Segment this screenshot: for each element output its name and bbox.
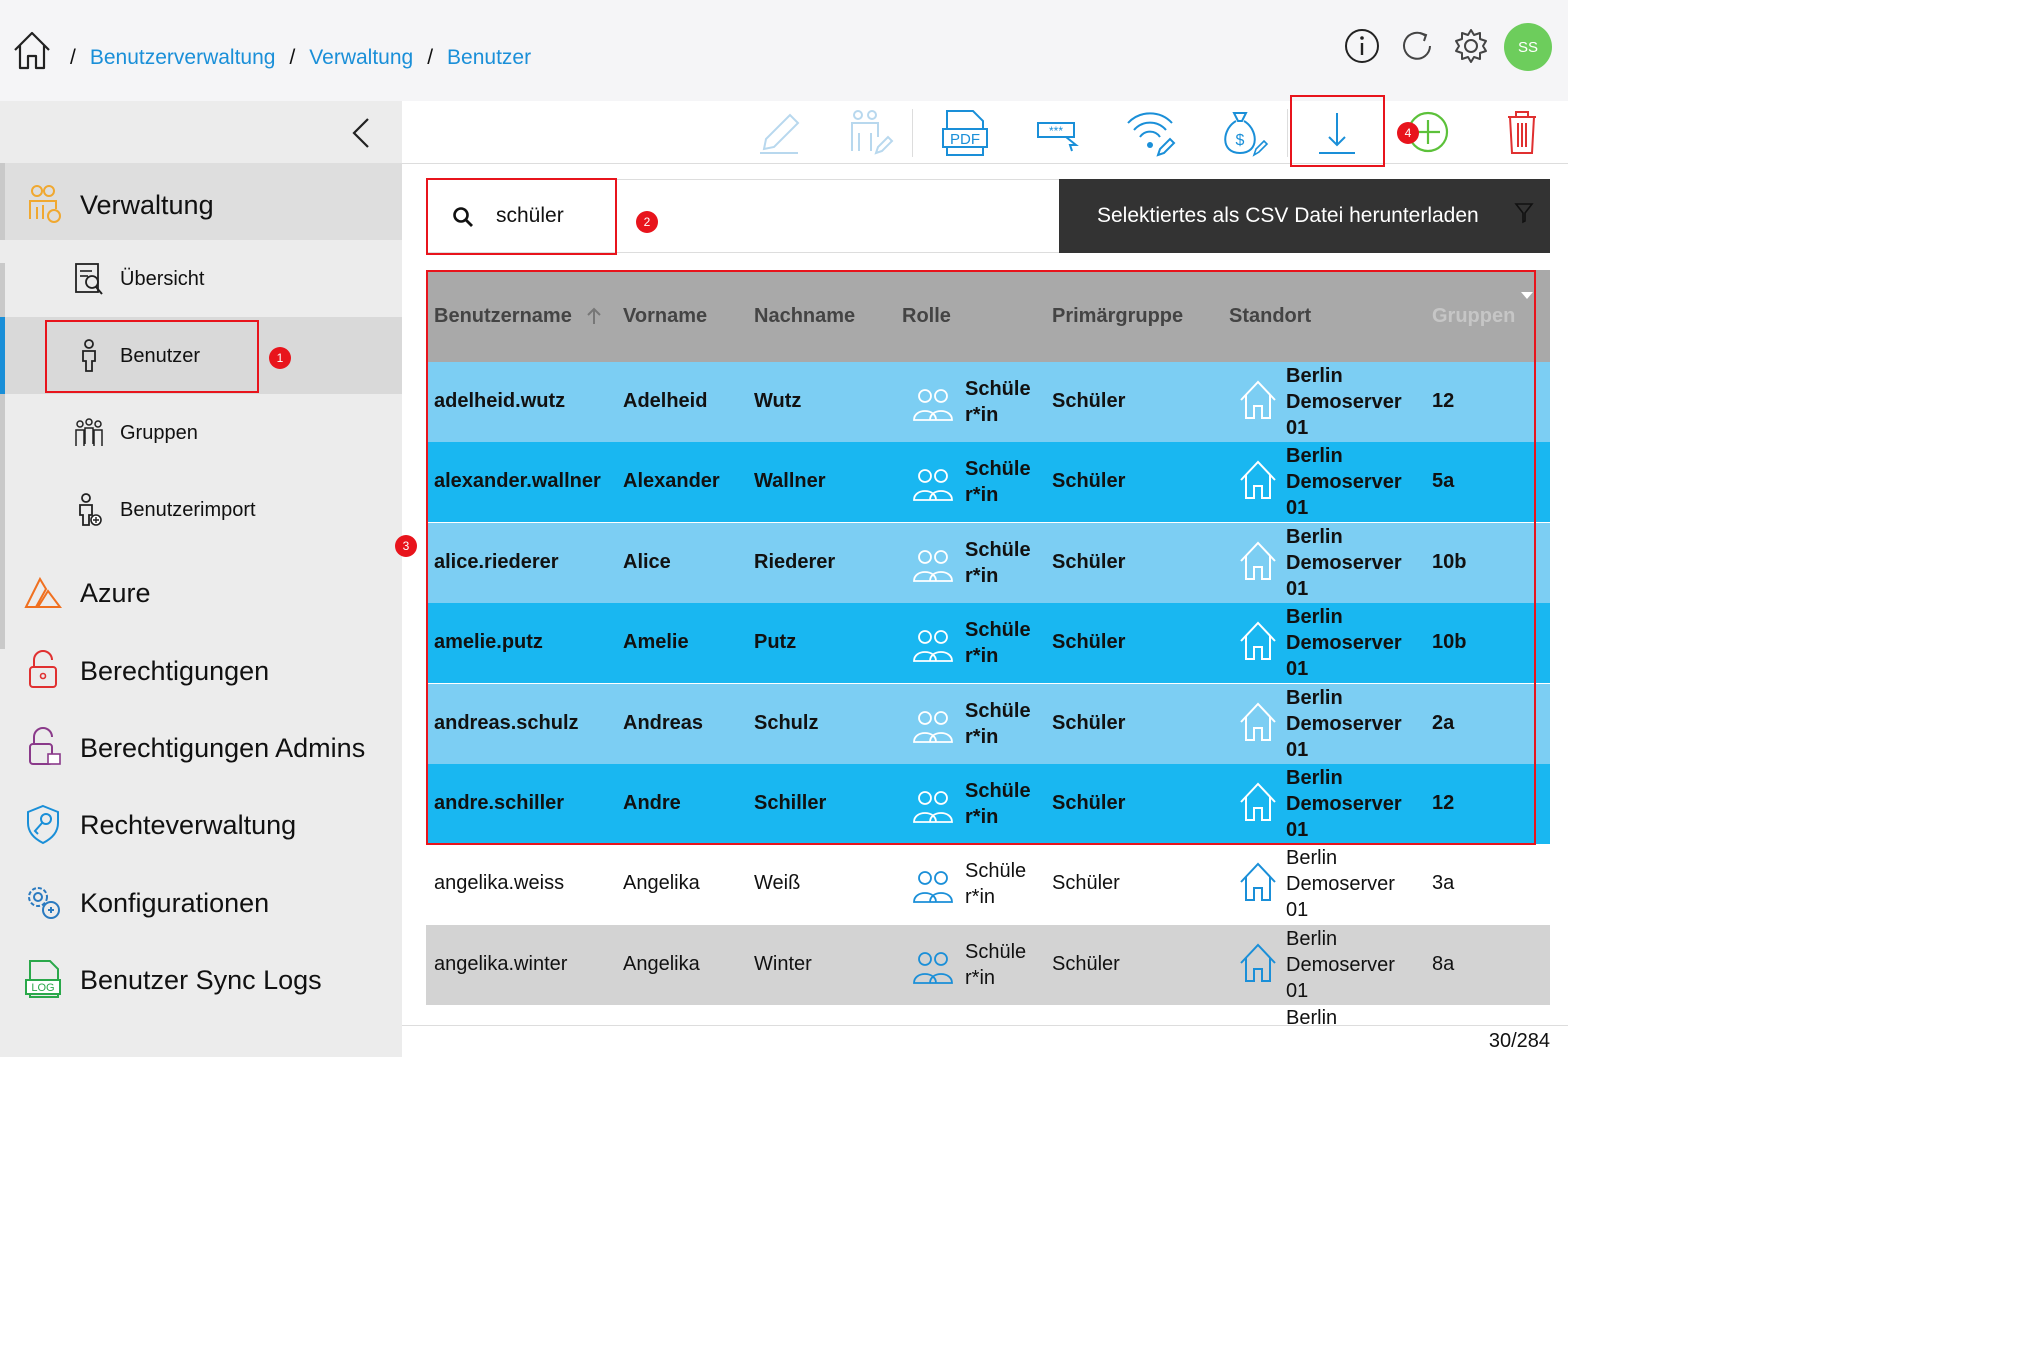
money-bag-icon[interactable]: $: [1214, 107, 1270, 159]
shield-key-icon: [27, 804, 59, 845]
edit-icon[interactable]: [752, 107, 808, 159]
cell-primaergruppe: Schüler: [1052, 872, 1120, 895]
pdf-icon[interactable]: PDF: [937, 107, 993, 159]
sidebar-item-label: Rechteverwaltung: [80, 810, 297, 840]
chevron-left-icon[interactable]: [348, 115, 376, 151]
row-count: 30/284: [1488, 1030, 1550, 1052]
cell-rolle: Schüle r*in: [965, 860, 1027, 909]
cell-standort: Berlin: [1286, 1007, 1338, 1025]
sidebar-item-uebersicht[interactable]: Übersicht: [0, 240, 402, 317]
csv-download-text: Selektiertes als CSV Datei herunterladen: [1097, 204, 1479, 227]
group-icon: [75, 418, 103, 446]
cell-standort: Berlin Demoserver 01: [1286, 927, 1395, 1002]
cell-vorname: Angelika: [623, 872, 700, 895]
sidebar-item-berechtigungen[interactable]: Berechtigungen: [0, 631, 402, 708]
avatar[interactable]: SS: [1504, 23, 1552, 71]
wifi-edit-icon[interactable]: [1124, 107, 1180, 159]
top-bar: / Benutzerverwaltung / Verwaltung / Benu…: [0, 0, 1568, 101]
settings-gear-icon[interactable]: [1452, 27, 1490, 65]
gears-icon: [28, 887, 60, 919]
student-role-icon: [912, 866, 954, 904]
student-role-icon: [912, 947, 954, 985]
group-edit-icon[interactable]: [842, 107, 898, 159]
lock-icon: [29, 650, 57, 688]
annotation-badge: 4: [1397, 122, 1419, 144]
table-row[interactable]: angelika.winter Angelika Winter Schüle r*in S…: [426, 924, 1550, 1005]
users-gear-icon: [29, 185, 61, 223]
table-footer: 30/284: [402, 1025, 1568, 1057]
sidebar-item-konfigurationen[interactable]: Konfigurationen: [0, 863, 402, 940]
sidebar-item-label: Berechtigungen Admins: [80, 733, 366, 763]
sidebar: Verwaltung Übersicht Benutzer Gruppen Be…: [0, 101, 402, 1057]
sidebar-item-gruppen[interactable]: Gruppen: [0, 394, 402, 471]
refresh-icon[interactable]: [1398, 27, 1436, 65]
home-location-icon: [1238, 941, 1278, 985]
log-icon: LOG: [25, 960, 61, 998]
sidebar-item-berechtigungen-admins[interactable]: Berechtigungen Admins: [0, 708, 402, 785]
breadcrumb-verwaltung[interactable]: Verwaltung: [309, 46, 413, 70]
breadcrumb-separator: /: [70, 46, 76, 69]
sidebar-item-label: Benutzer Sync Logs: [80, 965, 322, 995]
filter-icon[interactable]: [1514, 201, 1534, 225]
sidebar-item-benutzer-sync-logs[interactable]: LOG Benutzer Sync Logs: [0, 940, 402, 1017]
sidebar-item-label: Gruppen: [120, 422, 198, 444]
svg-text:LOG: LOG: [31, 982, 54, 994]
annotation-badge: 1: [269, 347, 291, 369]
action-toolbar: PDF *** $: [402, 101, 1568, 164]
user-import-icon: [79, 493, 102, 526]
breadcrumb-separator: /: [289, 46, 296, 69]
cell-standort: Berlin Demoserver 01: [1286, 847, 1395, 922]
csv-download-tooltip: Selektiertes als CSV Datei herunterladen: [1059, 179, 1550, 253]
cell-nachname: Winter: [754, 952, 812, 975]
cell-vorname: Angelika: [623, 952, 700, 975]
annotation-box-selection: [426, 270, 1536, 845]
sidebar-item-label: Azure: [80, 578, 151, 608]
annotation-box-download: [1290, 95, 1385, 167]
home-icon[interactable]: [12, 28, 52, 72]
breadcrumb-benutzerverwaltung[interactable]: Benutzerverwaltung: [90, 46, 276, 70]
breadcrumb: / Benutzerverwaltung / Verwaltung / Benu…: [70, 46, 545, 70]
annotation-badge: 3: [395, 535, 417, 557]
table-row[interactable]: angelika.weiss Angelika Weiß Schüle r*in Schü…: [426, 844, 1550, 925]
cell-nachname: Weiß: [754, 872, 801, 895]
breadcrumb-benutzer[interactable]: Benutzer: [447, 46, 531, 70]
breadcrumb-separator: /: [427, 46, 434, 69]
table-row-partial: Berlin: [426, 1005, 1550, 1025]
password-icon[interactable]: ***: [1032, 107, 1088, 159]
svg-text:***: ***: [1049, 124, 1063, 138]
admin-lock-icon: [29, 727, 61, 765]
cell-benutzername: angelika.weiss: [434, 872, 565, 895]
sidebar-item-label: Benutzerimport: [120, 499, 256, 521]
home-location-icon: [1238, 860, 1278, 904]
sidebar-section-verwaltung[interactable]: Verwaltung: [0, 163, 402, 240]
sidebar-section-label: Verwaltung: [80, 190, 214, 220]
azure-icon: [24, 576, 62, 608]
cell-gruppen: 8a: [1432, 952, 1455, 975]
cell-gruppen: 3a: [1432, 872, 1455, 895]
sidebar-item-label: Konfigurationen: [80, 888, 270, 918]
sidebar-item-benutzerimport[interactable]: Benutzerimport: [0, 471, 402, 548]
delete-icon[interactable]: [1494, 107, 1550, 159]
info-icon[interactable]: [1343, 27, 1381, 65]
sidebar-item-label: Berechtigungen: [80, 656, 270, 686]
toolbar-divider: [912, 109, 913, 157]
annotation-box-benutzer: [45, 320, 259, 393]
sidebar-item-label: Übersicht: [120, 268, 205, 290]
svg-text:$: $: [1236, 132, 1245, 149]
cell-rolle: Schüle r*in: [965, 940, 1027, 989]
overview-icon: [75, 263, 103, 295]
annotation-badge: 2: [636, 211, 658, 233]
svg-text:PDF: PDF: [950, 131, 980, 148]
sidebar-item-azure[interactable]: Azure: [0, 553, 402, 630]
sidebar-item-rechteverwaltung[interactable]: Rechteverwaltung: [0, 785, 402, 862]
annotation-box-search: [426, 178, 617, 255]
toolbar-divider: [1287, 109, 1288, 157]
cell-primaergruppe: Schüler: [1052, 952, 1120, 975]
cell-benutzername: angelika.winter: [434, 952, 568, 975]
